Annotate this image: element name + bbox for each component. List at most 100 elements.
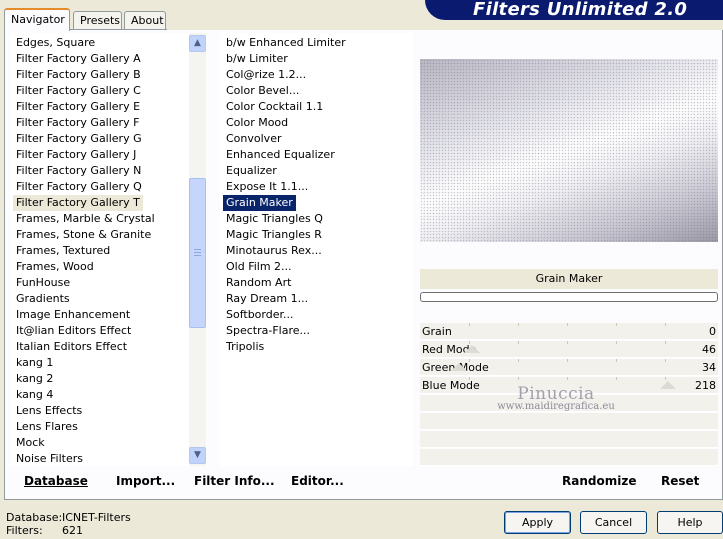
help-button[interactable]: Help — [657, 511, 723, 534]
filter-item[interactable]: Ray Dream 1... — [223, 291, 311, 307]
tab-navigator-label: Navigator — [11, 13, 65, 26]
filter-item[interactable]: Expose It 1.1... — [223, 179, 311, 195]
slider-tick — [665, 323, 666, 326]
slider-tick — [518, 377, 519, 380]
tab-about-label: About — [131, 14, 164, 27]
slider-tick — [665, 377, 666, 380]
slider-empty — [420, 449, 718, 466]
slider-green-mode[interactable]: Green Mode 34 — [420, 359, 718, 376]
watermark-url: www.maidiregrafica.eu — [497, 401, 615, 412]
filter-list[interactable]: b/w Enhanced Limiter b/w Limiter Col@rize … — [220, 33, 413, 466]
slider-red-mode[interactable]: Red Mode 46 — [420, 341, 718, 358]
filter-item[interactable]: Minotaurus Rex... — [223, 243, 325, 259]
preview-grain-texture — [420, 59, 718, 242]
scroll-up-arrow-icon[interactable]: ▲ — [189, 35, 206, 52]
editor-button[interactable]: Editor... — [291, 474, 344, 490]
category-item[interactable]: Gradients — [13, 291, 73, 307]
category-item[interactable]: kang 2 — [13, 371, 56, 387]
filter-item[interactable]: Color Mood — [223, 115, 291, 131]
category-item[interactable]: Lens Effects — [13, 403, 85, 419]
category-item[interactable]: Frames, Textured — [13, 243, 113, 259]
slider-tick — [469, 359, 470, 362]
status-filters-label: Filters: — [6, 524, 43, 537]
slider-tick — [616, 323, 617, 326]
category-item[interactable]: Filter Factory Gallery E — [13, 99, 143, 115]
category-item[interactable]: Filter Factory Gallery T — [13, 195, 143, 211]
slider-grain[interactable]: Grain 0 — [420, 323, 718, 340]
slider-marker[interactable] — [450, 363, 467, 371]
slider-value: 0 — [709, 325, 716, 338]
slider-empty — [420, 431, 718, 448]
filter-item[interactable]: Grain Maker — [223, 195, 296, 211]
scroll-down-arrow-icon[interactable]: ▼ — [189, 447, 206, 464]
status-database: Database: ICNET-Filters — [6, 511, 131, 524]
category-item[interactable]: Filter Factory Gallery G — [13, 131, 145, 147]
category-item[interactable]: kang 4 — [13, 387, 56, 403]
filter-item[interactable]: Col@rize 1.2... — [223, 67, 309, 83]
category-item[interactable]: FunHouse — [13, 275, 73, 291]
tab-presets-label: Presets — [80, 14, 121, 27]
filter-item[interactable]: Equalizer — [223, 163, 280, 179]
database-button[interactable]: Database — [24, 474, 88, 490]
slider-tick — [469, 341, 470, 344]
filter-item[interactable]: Random Art — [223, 275, 294, 291]
category-item[interactable]: Frames, Wood — [13, 259, 97, 275]
tab-about[interactable]: About — [124, 11, 166, 30]
slider-tick — [665, 341, 666, 344]
app-title: Filters Unlimited 2.0 — [473, 0, 688, 20]
tab-navigator[interactable]: Navigator — [4, 8, 70, 31]
filter-item[interactable]: Convolver — [223, 131, 284, 147]
category-item[interactable]: Lens Flares — [13, 419, 81, 435]
category-item[interactable]: Mock — [13, 435, 48, 451]
filter-item[interactable]: Color Cocktail 1.1 — [223, 99, 326, 115]
reset-button[interactable]: Reset — [661, 474, 699, 490]
filter-item[interactable]: Color Bevel... — [223, 83, 302, 99]
category-scrollbar[interactable]: ▲ ▼ — [189, 33, 206, 466]
watermark: Pinuccia www.maidiregrafica.eu — [476, 384, 636, 412]
category-item[interactable]: It@lian Editors Effect — [13, 323, 134, 339]
category-item[interactable]: Filter Factory Gallery N — [13, 163, 144, 179]
slider-tick — [518, 359, 519, 362]
category-item[interactable]: Frames, Stone & Granite — [13, 227, 154, 243]
slider-tick — [665, 359, 666, 362]
category-item[interactable]: kang 1 — [13, 355, 56, 371]
slider-tick — [518, 323, 519, 326]
category-item[interactable]: Filter Factory Gallery B — [13, 67, 144, 83]
filter-item[interactable]: Spectra-Flare... — [223, 323, 313, 339]
filter-item[interactable]: Magic Triangles Q — [223, 211, 326, 227]
cancel-button[interactable]: Cancel — [580, 511, 647, 534]
status-filters-value: 621 — [62, 524, 83, 537]
filter-item[interactable]: b/w Enhanced Limiter — [223, 35, 349, 51]
filter-item[interactable]: Old Film 2... — [223, 259, 295, 275]
slider-marker[interactable] — [464, 345, 481, 353]
import-button[interactable]: Import... — [116, 474, 175, 490]
apply-button[interactable]: Apply — [504, 511, 571, 534]
randomize-button[interactable]: Randomize — [562, 474, 636, 490]
slider-tick — [616, 377, 617, 380]
category-item[interactable]: Filter Factory Gallery A — [13, 51, 144, 67]
filter-item[interactable]: Magic Triangles R — [223, 227, 325, 243]
category-item[interactable]: Frames, Marble & Crystal — [13, 211, 158, 227]
category-item[interactable]: Filter Factory Gallery J — [13, 147, 139, 163]
preview-image — [420, 59, 718, 242]
tab-presets[interactable]: Presets — [73, 11, 122, 30]
category-item[interactable]: Filter Factory Gallery F — [13, 115, 142, 131]
filter-item[interactable]: b/w Limiter — [223, 51, 291, 67]
category-item[interactable]: Edges, Square — [13, 35, 98, 51]
filter-item[interactable]: Softborder... — [223, 307, 297, 323]
filter-info-button[interactable]: Filter Info... — [194, 474, 275, 490]
slider-label: Blue Mode — [422, 379, 480, 392]
category-item[interactable]: Filter Factory Gallery C — [13, 83, 144, 99]
category-item[interactable]: Image Enhancement — [13, 307, 133, 323]
slider-tick — [567, 341, 568, 344]
filter-item[interactable]: Tripolis — [223, 339, 267, 355]
category-list[interactable]: Edges, Square Filter Factory Gallery A Fil… — [10, 33, 207, 466]
category-item[interactable]: Filter Factory Gallery Q — [13, 179, 145, 195]
filter-item[interactable]: Enhanced Equalizer — [223, 147, 338, 163]
scrollbar-thumb[interactable] — [189, 178, 206, 328]
slider-marker[interactable] — [659, 381, 676, 389]
slider-label: Grain — [422, 325, 452, 338]
category-item[interactable]: Noise Filters — [13, 451, 86, 466]
slider-value: 218 — [695, 379, 716, 392]
category-item[interactable]: Italian Editors Effect — [13, 339, 130, 355]
